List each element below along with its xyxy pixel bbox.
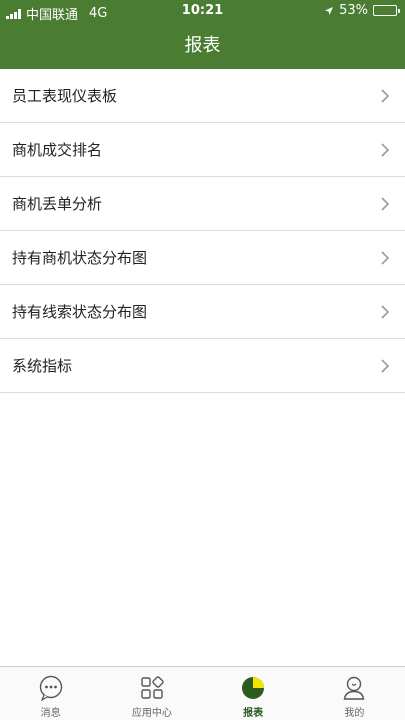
tab-mine[interactable]: 我的 [304,667,405,720]
tab-messages[interactable]: 消息 [0,667,101,720]
report-item-label: 持有商机状态分布图 [12,249,148,267]
report-item-lost-deal-analysis[interactable]: 商机丢单分析 [0,177,405,231]
battery-percent: 53% [339,3,368,18]
nav-bar: 报表 [0,22,405,69]
status-bar: 中国联通 4G 10:21 53% [0,0,405,23]
report-item-label: 商机丢单分析 [12,195,103,213]
report-item-system-metrics[interactable]: 系统指标 [0,339,405,393]
report-item-label: 员工表现仪表板 [12,87,118,105]
report-item-deal-ranking[interactable]: 商机成交排名 [0,123,405,177]
chevron-right-icon [381,88,390,103]
tab-app-center[interactable]: 应用中心 [101,667,202,720]
report-item-label: 持有线索状态分布图 [12,303,148,321]
pie-chart-icon [242,677,265,699]
status-bar-right: 53% [324,3,400,18]
report-item-lead-status-distribution[interactable]: 持有线索状态分布图 [0,285,405,339]
location-arrow-icon [325,6,334,15]
chevron-right-icon [381,304,390,319]
chevron-right-icon [381,250,390,265]
tab-label: 报表 [243,708,264,719]
battery-icon [373,5,400,16]
chat-bubble-icon [39,675,62,701]
report-item-label: 系统指标 [12,357,73,375]
chevron-right-icon [381,142,390,157]
tab-label: 消息 [40,708,61,719]
chevron-right-icon [381,196,390,211]
report-list: 员工表现仪表板 商机成交排名 商机丢单分析 持有商机状态分布图 持有线索状态分布… [0,69,405,393]
chevron-right-icon [381,358,390,373]
tab-label: 我的 [344,708,365,719]
app-grid-icon [141,676,164,699]
tab-reports[interactable]: 报表 [203,667,304,720]
report-item-opportunity-status-distribution[interactable]: 持有商机状态分布图 [0,231,405,285]
page-title: 报表 [184,35,221,56]
person-icon [344,676,365,700]
tab-bar: 消息 应用中心 报表 我的 [0,666,405,720]
tab-label: 应用中心 [131,708,172,719]
report-item-employee-dashboard[interactable]: 员工表现仪表板 [0,69,405,123]
report-item-label: 商机成交排名 [12,141,103,159]
